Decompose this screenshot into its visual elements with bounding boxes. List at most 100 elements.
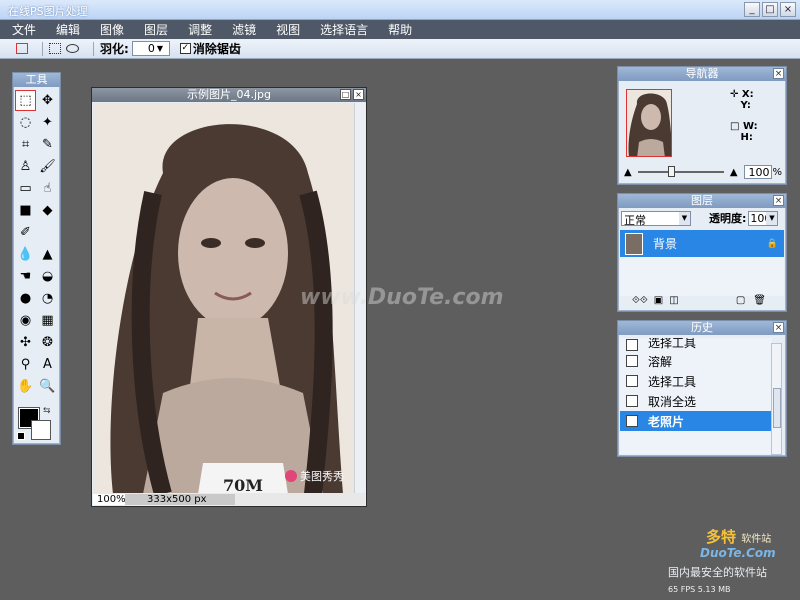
magic-wand-tool[interactable]: ✦ (37, 112, 58, 133)
spot-heal-tool[interactable]: ✣ (15, 332, 36, 353)
sponge-tool[interactable]: ◒ (37, 266, 58, 287)
new-layer-icon[interactable]: ▢ (736, 295, 745, 306)
history-step-icon (626, 415, 638, 427)
blur-tool[interactable]: 💧 (15, 244, 36, 265)
crop-tool[interactable]: ⌗ (15, 134, 36, 155)
history-item-label: 老照片 (648, 414, 685, 429)
patch-tool[interactable]: ▦ (37, 310, 58, 331)
text-tool[interactable]: A (37, 354, 58, 375)
rect-shape-tool[interactable]: ■ (15, 200, 36, 221)
zoom-slider[interactable] (637, 166, 724, 177)
zoom-input[interactable]: 100 (743, 165, 773, 179)
opacity-select[interactable]: 100 ▼ (748, 210, 779, 226)
eraser-tool[interactable]: ▭ (15, 178, 36, 199)
move-tool[interactable]: ✥ (37, 90, 58, 111)
brush-tool[interactable]: 🖌 (37, 156, 58, 177)
menu-filter[interactable]: 滤镜 (232, 21, 256, 38)
history-step-icon (626, 395, 638, 407)
history-item[interactable]: 取消全选 (620, 391, 772, 411)
chevron-down-icon[interactable]: ▼ (766, 211, 778, 225)
zoom-percent: % (772, 166, 782, 178)
hand-tool[interactable]: ✋ (15, 376, 36, 397)
ellipse-marquee-icon[interactable] (66, 44, 79, 53)
lasso-tool[interactable]: ◌ (15, 112, 36, 133)
blank-tool[interactable] (37, 222, 58, 243)
sharpen-tool[interactable]: ▲ (37, 244, 58, 265)
zoom-in-icon[interactable]: ▲ (730, 167, 738, 178)
menu-edit[interactable]: 编辑 (56, 21, 80, 38)
close-button[interactable]: × (780, 2, 796, 17)
layer-list: 背景 🔒 (620, 230, 784, 296)
menu-language[interactable]: 选择语言 (320, 21, 368, 38)
history-title: 历史 × (618, 321, 786, 335)
blend-mode-value: 正常 (624, 213, 646, 227)
burn-tool[interactable]: ● (15, 288, 36, 309)
history-close-icon[interactable]: × (773, 322, 784, 333)
history-step-icon (626, 339, 638, 351)
menu-file[interactable]: 文件 (12, 21, 36, 38)
rect-marquee-icon[interactable] (49, 43, 61, 54)
menu-view[interactable]: 视图 (276, 21, 300, 38)
history-panel: 历史 × 选择工具 溶解 选择工具 取消全选 老照片 (617, 320, 787, 457)
layer-row-background[interactable]: 背景 🔒 (620, 230, 784, 257)
divider (42, 41, 43, 56)
image-maximize-button[interactable]: □ (340, 89, 351, 100)
history-list: 选择工具 溶解 选择工具 取消全选 老照片 (620, 338, 772, 454)
eyedropper-tool[interactable]: ⚲ (15, 354, 36, 375)
chevron-down-icon[interactable]: ▼ (679, 211, 690, 225)
eye-tool[interactable]: ◉ (15, 310, 36, 331)
marquee-tool[interactable]: ⬚ (15, 90, 36, 111)
layers-close-icon[interactable]: × (773, 195, 784, 206)
menu-bar: 文件 编辑 图像 图层 调整 滤镜 视图 选择语言 帮助 (0, 20, 800, 39)
history-item[interactable]: 选择工具 (620, 338, 772, 351)
trash-icon[interactable]: 🗑 (753, 295, 766, 306)
menu-image[interactable]: 图像 (100, 21, 124, 38)
feather-input[interactable]: 0 ▼ (131, 41, 170, 56)
zoom-slider-thumb[interactable] (667, 166, 675, 177)
redeye-tool[interactable]: ◔ (37, 288, 58, 309)
history-item[interactable]: 溶解 (620, 351, 772, 371)
pencil-tool[interactable]: ✎ (37, 134, 58, 155)
navigator-close-icon[interactable]: × (773, 68, 784, 79)
image-zoom-status: 100% (93, 493, 126, 505)
stamp-tool[interactable]: ♙ (15, 156, 36, 177)
image-window-titlebar[interactable]: 示例图片_04.jpg □ × (92, 88, 366, 102)
window-title: 在线PS图片处理 (8, 5, 88, 18)
layers-panel: 图层 × 正常 ▼ 透明度: 100 ▼ 背景 🔒 ⟐⟐ ▣ ◫ ▢ 🗑 (617, 193, 787, 312)
blend-mode-select[interactable]: 正常 ▼ (621, 210, 691, 227)
navigator-thumbnail[interactable] (626, 89, 672, 157)
maximize-button[interactable]: □ (762, 2, 778, 17)
chevron-down-icon[interactable]: ▼ (157, 44, 167, 53)
layer-style-icon[interactable]: ▣ (654, 295, 663, 306)
zoom-tool[interactable]: 🔍 (37, 376, 58, 397)
zoom-out-icon[interactable]: ▲ (624, 167, 632, 178)
rect-select-option-icon[interactable] (16, 43, 28, 54)
history-scroll-thumb[interactable] (773, 388, 781, 428)
w-label: W: (742, 121, 758, 132)
minimize-button[interactable]: _ (744, 2, 760, 17)
smudge-tool[interactable]: ☝ (37, 178, 58, 199)
layer-mask-icon[interactable]: ◫ (669, 295, 678, 306)
menu-layer[interactable]: 图层 (144, 21, 168, 38)
bloat-tool[interactable]: ❂ (37, 332, 58, 353)
link-layers-icon[interactable]: ⟐⟐ (632, 295, 648, 306)
history-step-icon (626, 375, 638, 387)
history-item-active[interactable]: 老照片 (620, 411, 772, 431)
antialias-checkbox[interactable]: ✓ (179, 43, 191, 54)
site-url: DuoTe.Com (700, 546, 776, 560)
photo-brand-watermark: 美图秀秀 (285, 468, 344, 484)
swap-colors-icon[interactable]: ⇆ (43, 406, 51, 416)
color-swatches: ⇆ (13, 404, 60, 454)
gradient-tool[interactable]: ✐ (15, 222, 36, 243)
menu-adjust[interactable]: 调整 (188, 21, 212, 38)
background-color-swatch[interactable] (31, 420, 51, 440)
tools-panel-title: 工具 (13, 73, 60, 87)
image-close-button[interactable]: × (353, 89, 364, 100)
history-scrollbar[interactable] (771, 343, 782, 455)
meitu-logo-icon (285, 470, 297, 482)
dodge-tool[interactable]: ☚ (15, 266, 36, 287)
bucket-tool[interactable]: ◆ (37, 200, 58, 221)
history-item[interactable]: 选择工具 (620, 371, 772, 391)
reset-colors-icon[interactable] (17, 432, 25, 440)
menu-help[interactable]: 帮助 (388, 21, 412, 38)
